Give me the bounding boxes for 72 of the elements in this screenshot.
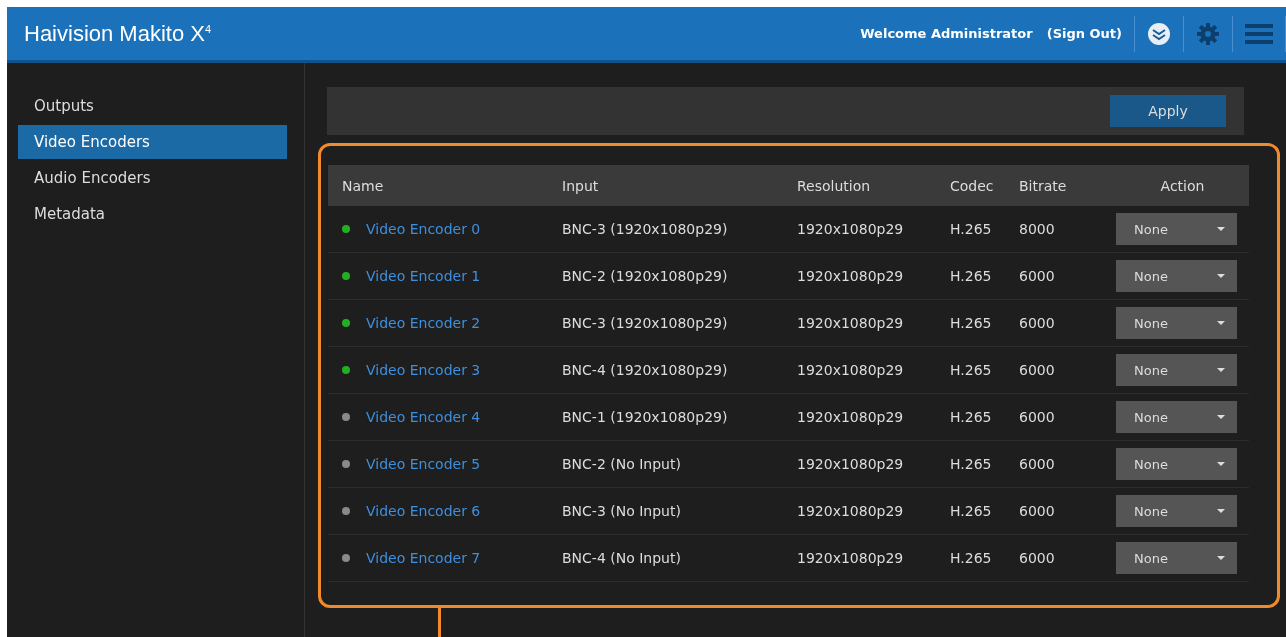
table-cell-text: 1920x1080p29 bbox=[797, 315, 905, 331]
table-cell-text: 1920x1080p29 bbox=[797, 409, 905, 425]
caret-icon bbox=[1217, 321, 1225, 325]
encoder-link[interactable]: Video Encoder 2 bbox=[366, 315, 481, 331]
table-cell-text: H.265 bbox=[950, 409, 993, 425]
table-cell-text: BNC-2 (No Input) bbox=[562, 456, 682, 472]
column-header: Action bbox=[1159, 177, 1206, 194]
table-cell-text: BNC-4 (1920x1080p29) bbox=[562, 362, 729, 378]
table-cell-text: H.265 bbox=[950, 362, 993, 378]
column-header: Resolution bbox=[797, 177, 872, 194]
action-dropdown[interactable]: None bbox=[1116, 401, 1237, 433]
table-cell-text: 1920x1080p29 bbox=[797, 456, 905, 472]
action-dropdown[interactable]: None bbox=[1116, 260, 1237, 292]
table-cell-text: 6000 bbox=[1019, 550, 1056, 566]
table-cell-text: 1920x1080p29 bbox=[797, 503, 905, 519]
table-cell-text: H.265 bbox=[950, 221, 993, 237]
encoder-link[interactable]: Video Encoder 4 bbox=[366, 409, 481, 425]
encoder-link[interactable]: Video Encoder 1 bbox=[366, 268, 481, 284]
table-cell-text: 1920x1080p29 bbox=[797, 550, 905, 566]
column-header: Codec bbox=[950, 177, 995, 194]
caret-icon bbox=[1217, 227, 1225, 231]
table-cell-text: 6000 bbox=[1019, 362, 1056, 378]
table-cell-text: 6000 bbox=[1019, 315, 1056, 331]
table-cell-text: H.265 bbox=[950, 456, 993, 472]
brand-logo: Haivision Makito X$^{4}$ bbox=[24, 20, 212, 47]
encoder-link[interactable]: Video Encoder 7 bbox=[366, 550, 481, 566]
table-cell-text: 8000 bbox=[1019, 221, 1056, 237]
welcome-text: Welcome Administrator bbox=[860, 26, 1033, 41]
action-dropdown[interactable]: None bbox=[1116, 307, 1237, 339]
table-cell-text: BNC-3 (1920x1080p29) bbox=[562, 221, 729, 237]
action-dropdown[interactable]: None bbox=[1116, 448, 1237, 480]
encoder-link[interactable]: Video Encoder 5 bbox=[366, 456, 481, 472]
table-cell-text: 6000 bbox=[1019, 503, 1056, 519]
table-cell-text: 1920x1080p29 bbox=[797, 362, 905, 378]
table-cell-text: H.265 bbox=[950, 268, 993, 284]
column-header: Bitrate bbox=[1019, 177, 1068, 194]
settings-icon[interactable] bbox=[1196, 21, 1220, 46]
table-cell-text: H.265 bbox=[950, 315, 993, 331]
action-dropdown[interactable]: None bbox=[1116, 495, 1237, 527]
menu-icon[interactable] bbox=[1245, 22, 1273, 45]
encoder-link[interactable]: Video Encoder 6 bbox=[366, 503, 481, 519]
apply-button[interactable]: Apply bbox=[1110, 95, 1226, 127]
table-cell-text: BNC-2 (1920x1080p29) bbox=[562, 268, 729, 284]
column-header: Input bbox=[562, 177, 600, 194]
action-dropdown[interactable]: None bbox=[1116, 542, 1237, 574]
sidebar-item[interactable]: Video Encoders bbox=[18, 125, 287, 159]
encoder-link[interactable]: Video Encoder 3 bbox=[366, 362, 481, 378]
table-cell-text: H.265 bbox=[950, 550, 993, 566]
table-cell-text: 1920x1080p29 bbox=[797, 221, 905, 237]
table-cell-text: H.265 bbox=[950, 503, 993, 519]
table-cell-text: BNC-4 (No Input) bbox=[562, 550, 682, 566]
table-cell-text: 1920x1080p29 bbox=[797, 268, 905, 284]
sign-out-link[interactable]: (Sign Out) bbox=[1046, 26, 1122, 41]
table-cell-text: BNC-3 (1920x1080p29) bbox=[562, 315, 729, 331]
caret-icon bbox=[1217, 274, 1225, 278]
caret-icon bbox=[1217, 415, 1225, 419]
table-cell-text: BNC-1 (1920x1080p29) bbox=[562, 409, 729, 425]
table-cell-text: 6000 bbox=[1019, 268, 1056, 284]
table-cell-text: 6000 bbox=[1019, 456, 1056, 472]
table-cell-text: BNC-3 (No Input) bbox=[562, 503, 682, 519]
table-cell-text: 6000 bbox=[1019, 409, 1056, 425]
action-dropdown[interactable]: None bbox=[1116, 354, 1237, 386]
caret-icon bbox=[1217, 556, 1225, 560]
caret-icon bbox=[1217, 509, 1225, 513]
caret-icon bbox=[1217, 462, 1225, 466]
sidebar-item[interactable]: Audio Encoders bbox=[18, 161, 287, 195]
action-dropdown[interactable]: None bbox=[1116, 213, 1237, 245]
caret-icon bbox=[1217, 368, 1225, 372]
column-header: Name bbox=[341, 177, 385, 194]
sidebar-item[interactable]: Outputs bbox=[18, 89, 287, 123]
encoder-link[interactable]: Video Encoder 0 bbox=[366, 221, 481, 237]
sidebar-item[interactable]: Metadata bbox=[18, 197, 287, 231]
